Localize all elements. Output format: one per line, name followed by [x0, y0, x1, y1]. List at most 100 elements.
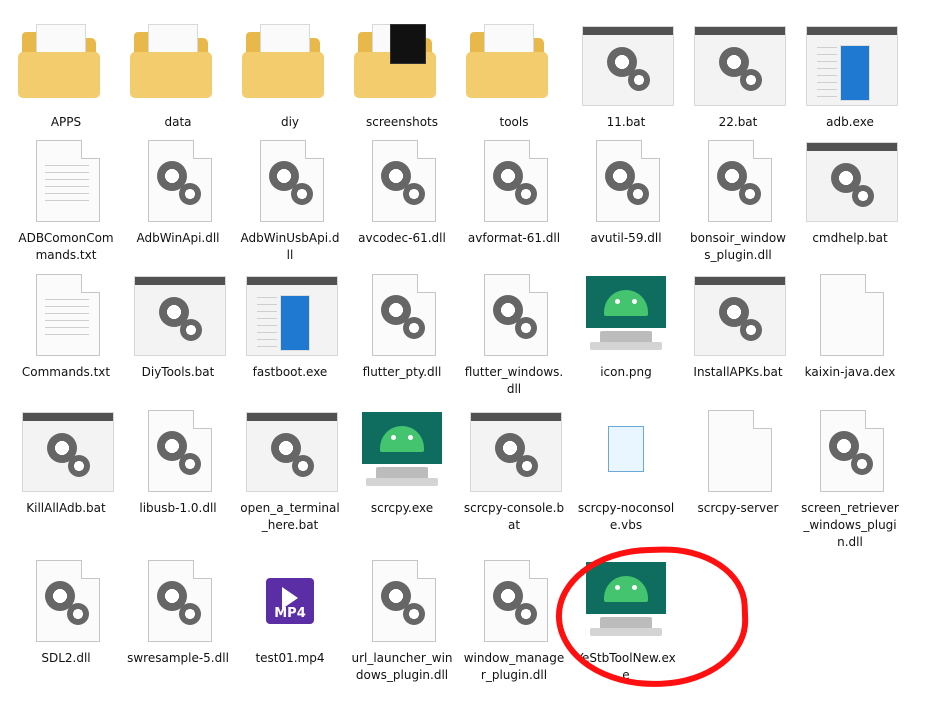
file-item[interactable]: AdbWinUsbApi.dll	[235, 134, 345, 264]
settings-file-icon	[578, 134, 674, 230]
settings-file-icon	[18, 554, 114, 650]
settings-file-icon	[130, 134, 226, 230]
file-name-label: InstallAPKs.bat	[693, 365, 783, 379]
folder-icon	[18, 18, 114, 114]
batch-file-icon	[690, 268, 786, 364]
file-item[interactable]: 22.bat	[683, 18, 793, 131]
file-item[interactable]: flutter_pty.dll	[347, 268, 457, 381]
file-name-label: diy	[280, 115, 300, 129]
file-item[interactable]: KillAllAdb.bat	[11, 404, 121, 517]
file-item[interactable]: avformat-61.dll	[459, 134, 569, 247]
file-name-label: screen_retriever_windows_plugin.dll	[801, 501, 899, 549]
file-name-label: APPS	[50, 115, 82, 129]
file-name-label: screenshots	[365, 115, 439, 129]
gear-icon	[403, 183, 425, 205]
file-name-label: avcodec-61.dll	[358, 231, 446, 245]
batch-file-icon	[802, 134, 898, 230]
file-name-label: 22.bat	[718, 115, 758, 129]
gear-icon	[740, 69, 762, 91]
batch-file-icon	[130, 268, 226, 364]
file-item[interactable]: YeStbToolNew.exe	[571, 554, 681, 684]
file-name-label: 11.bat	[606, 115, 646, 129]
file-name-label: adb.exe	[826, 115, 874, 129]
settings-file-icon	[354, 134, 450, 230]
gear-icon	[292, 455, 314, 477]
file-item[interactable]: MP4 test01.mp4	[235, 554, 345, 667]
file-item[interactable]: Commands.txt	[11, 268, 121, 381]
gear-icon	[515, 317, 537, 339]
gear-icon	[68, 455, 90, 477]
settings-file-icon	[242, 134, 338, 230]
file-item[interactable]: InstallAPKs.bat	[683, 268, 793, 381]
file-item[interactable]: swresample-5.dll	[123, 554, 233, 667]
file-item[interactable]: bonsoir_windows_plugin.dll	[683, 134, 793, 264]
file-item[interactable]: avutil-59.dll	[571, 134, 681, 247]
file-item[interactable]: screen_retriever_windows_plugin.dll	[795, 404, 905, 551]
blank-file-icon	[802, 268, 898, 364]
file-item[interactable]: libusb-1.0.dll	[123, 404, 233, 517]
file-name-label: AdbWinApi.dll	[136, 231, 220, 245]
settings-file-icon	[354, 554, 450, 650]
file-item[interactable]: open_a_terminal_here.bat	[235, 404, 345, 534]
file-item[interactable]: icon.png	[571, 268, 681, 381]
file-name-label: scrcpy.exe	[370, 501, 434, 515]
android-icon	[578, 554, 674, 650]
file-item[interactable]: kaixin-java.dex	[795, 268, 905, 381]
file-item[interactable]: cmdhelp.bat	[795, 134, 905, 247]
settings-file-icon	[466, 554, 562, 650]
batch-file-icon	[690, 18, 786, 114]
file-item[interactable]: DiyTools.bat	[123, 268, 233, 381]
blank-file-icon	[690, 404, 786, 500]
batch-file-icon	[578, 18, 674, 114]
application-icon	[242, 268, 338, 364]
file-item[interactable]: scrcpy-console.bat	[459, 404, 569, 534]
android-icon	[354, 404, 450, 500]
file-name-label: ADBComonCommands.txt	[18, 231, 114, 262]
folder-icon	[354, 18, 450, 114]
file-name-label: libusb-1.0.dll	[139, 501, 217, 515]
gear-icon	[515, 183, 537, 205]
batch-file-icon	[18, 404, 114, 500]
file-item[interactable]: adb.exe	[795, 18, 905, 131]
batch-file-icon	[242, 404, 338, 500]
file-item[interactable]: data	[123, 18, 233, 131]
file-item[interactable]: scrcpy-noconsole.vbs	[571, 404, 681, 534]
script-icon	[578, 404, 674, 500]
text-file-icon	[18, 268, 114, 364]
file-name-label: Commands.txt	[21, 365, 111, 379]
video-file-icon: MP4	[242, 554, 338, 650]
file-item[interactable]: flutter_windows.dll	[459, 268, 569, 398]
file-item[interactable]: fastboot.exe	[235, 268, 345, 381]
file-item[interactable]: window_manager_plugin.dll	[459, 554, 569, 684]
file-name-label: cmdhelp.bat	[812, 231, 888, 245]
gear-icon	[403, 603, 425, 625]
settings-file-icon	[466, 268, 562, 364]
settings-file-icon	[690, 134, 786, 230]
file-item[interactable]: AdbWinApi.dll	[123, 134, 233, 247]
file-name-label: scrcpy-console.bat	[463, 501, 565, 532]
file-item[interactable]: diy	[235, 18, 345, 131]
gear-icon	[291, 183, 313, 205]
file-name-label: AdbWinUsbApi.dll	[240, 231, 340, 262]
file-item[interactable]: screenshots	[347, 18, 457, 131]
file-item[interactable]: ADBComonCommands.txt	[11, 134, 121, 264]
file-name-label: data	[164, 115, 192, 129]
file-item[interactable]: url_launcher_windows_plugin.dll	[347, 554, 457, 684]
gear-icon	[628, 69, 650, 91]
settings-file-icon	[354, 268, 450, 364]
file-name-label: flutter_pty.dll	[362, 365, 442, 379]
file-item[interactable]: 11.bat	[571, 18, 681, 131]
file-item[interactable]: SDL2.dll	[11, 554, 121, 667]
file-name-label: kaixin-java.dex	[804, 365, 896, 379]
file-item[interactable]: tools	[459, 18, 569, 131]
file-item[interactable]: APPS	[11, 18, 121, 131]
file-item[interactable]: avcodec-61.dll	[347, 134, 457, 247]
gear-icon	[67, 603, 89, 625]
file-item[interactable]: scrcpy-server	[683, 404, 793, 517]
folder-icon	[242, 18, 338, 114]
file-item[interactable]: scrcpy.exe	[347, 404, 457, 517]
file-name-label: fastboot.exe	[252, 365, 328, 379]
file-name-label: bonsoir_windows_plugin.dll	[690, 231, 786, 262]
file-name-label: swresample-5.dll	[127, 651, 229, 665]
file-name-label: open_a_terminal_here.bat	[240, 501, 340, 532]
